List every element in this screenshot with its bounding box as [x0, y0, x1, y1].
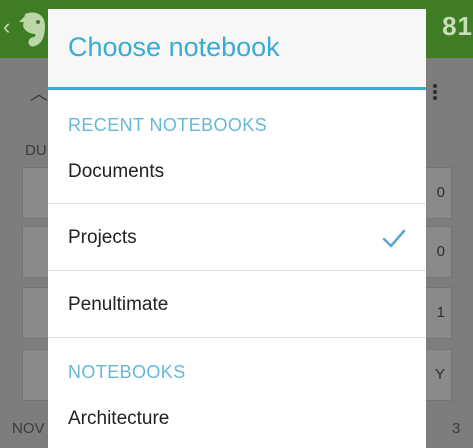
- background-section-label: DU: [25, 142, 47, 159]
- notebook-item-projects[interactable]: Projects: [48, 205, 426, 271]
- notebook-label: Architecture: [68, 408, 170, 429]
- dialog-title: Choose notebook: [68, 32, 280, 62]
- notebook-label: Documents: [68, 161, 165, 182]
- row-edge-text: 1: [436, 304, 445, 321]
- row-edge-text: Y: [434, 366, 445, 383]
- checkmark-icon: [382, 229, 406, 248]
- evernote-elephant-icon: [19, 12, 45, 47]
- dialog-title-divider: [48, 87, 426, 90]
- row-edge-text: 0: [436, 184, 445, 201]
- row-edge-text: 0: [436, 243, 445, 260]
- notebook-item-architecture[interactable]: Architecture: [48, 386, 426, 448]
- back-arrow-icon[interactable]: ‹: [3, 14, 10, 40]
- notebook-item-documents[interactable]: Documents: [48, 139, 426, 205]
- dialog-header: Choose notebook: [48, 9, 426, 89]
- divider: [48, 203, 426, 204]
- section-header-notebooks: NOTEBOOKS: [68, 362, 186, 382]
- note-count: 81: [442, 11, 473, 41]
- section-header-recent: RECENT NOTEBOOKS: [68, 115, 268, 135]
- chevron-up-icon[interactable]: ︿: [30, 80, 48, 106]
- divider: [48, 270, 426, 271]
- divider: [48, 337, 426, 338]
- notebook-label: Penultimate: [68, 294, 169, 315]
- notebook-item-penultimate[interactable]: Penultimate: [48, 272, 426, 338]
- choose-notebook-dialog: Choose notebook RECENT NOTEBOOKS Documen…: [48, 9, 426, 448]
- background-footer-label: NOV: [12, 420, 45, 437]
- overflow-menu-icon[interactable]: [432, 84, 438, 102]
- background-page-number: 3: [452, 420, 461, 437]
- notebook-label: Projects: [68, 227, 137, 248]
